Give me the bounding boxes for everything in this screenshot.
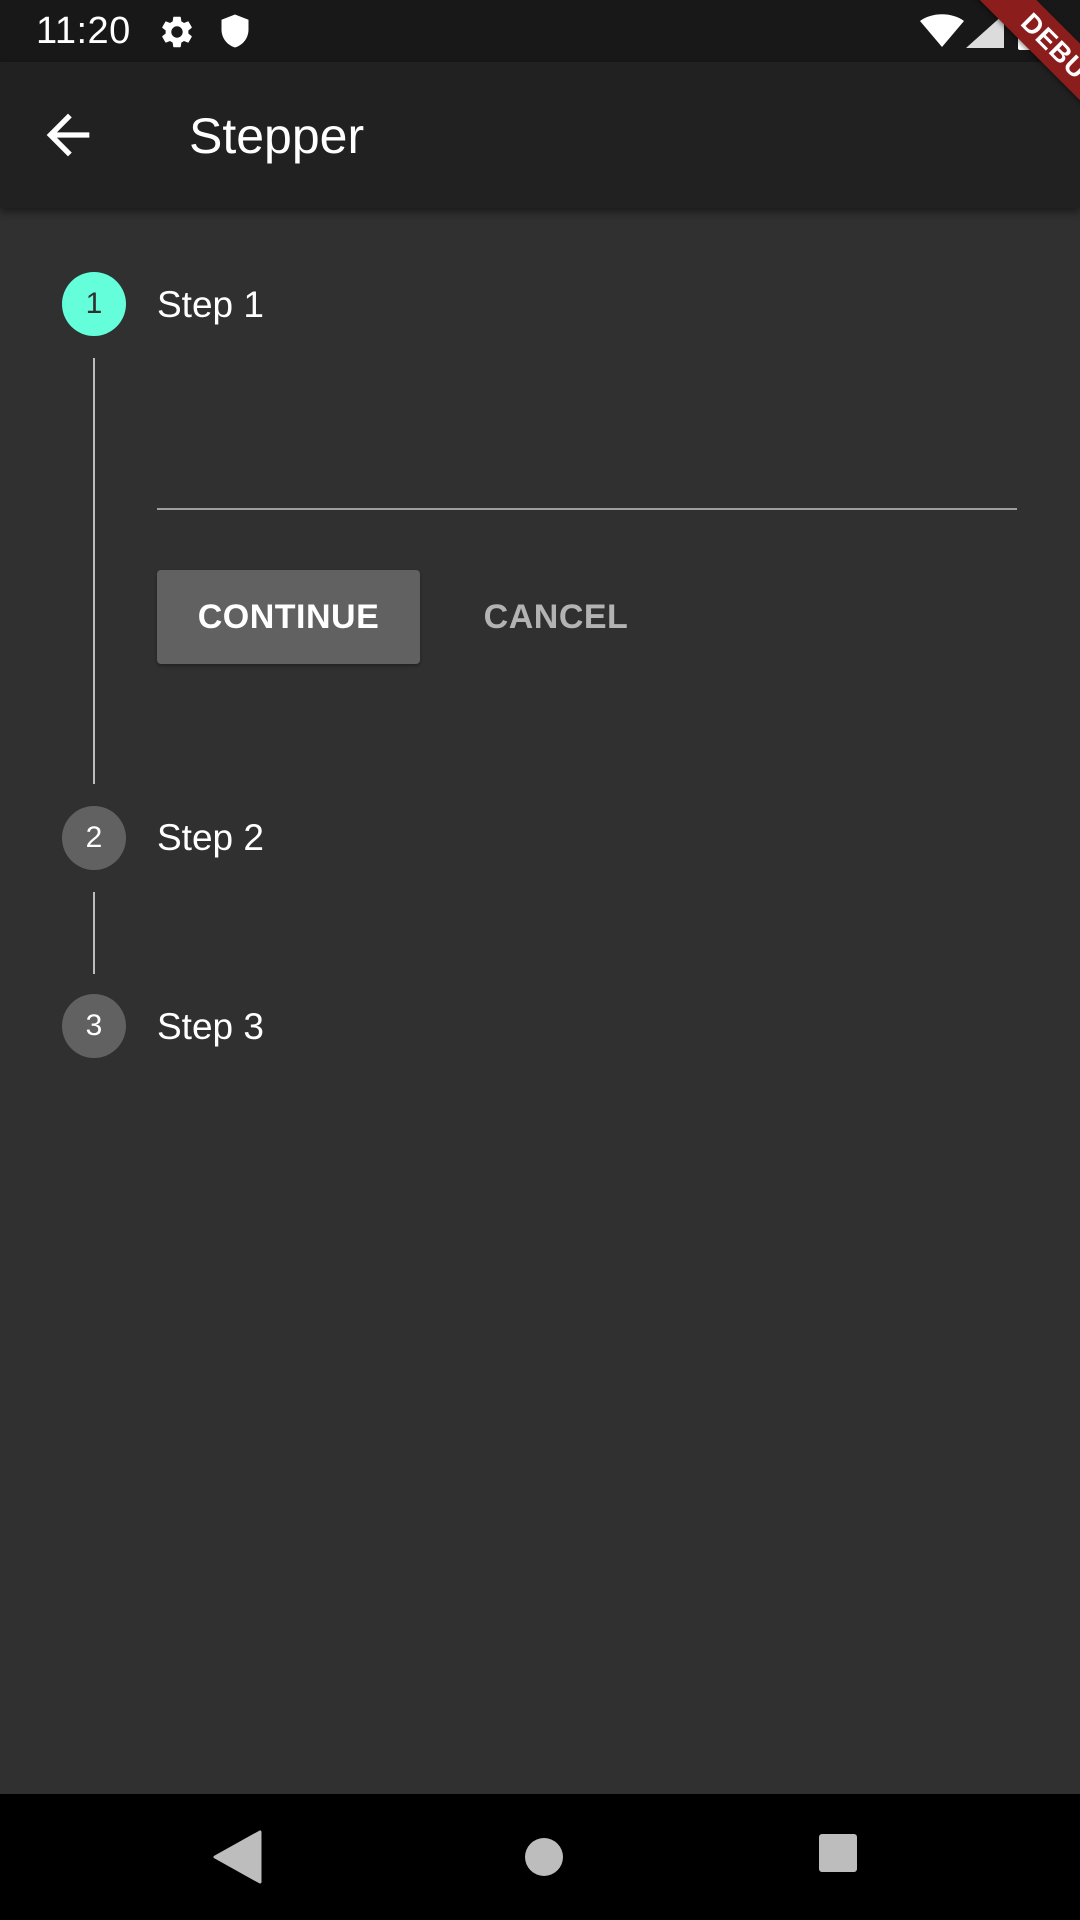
- nav-back-icon[interactable]: [212, 1830, 262, 1884]
- status-bar: 11:20: [0, 0, 1080, 62]
- app-bar: Stepper: [0, 62, 1080, 208]
- wifi-icon: [920, 14, 964, 47]
- step-2-number: 2: [85, 821, 103, 854]
- step-connector-line: [93, 358, 95, 784]
- status-time: 11:20: [36, 10, 131, 52]
- continue-button[interactable]: CONTINUE: [157, 570, 420, 664]
- step-1-number: 1: [85, 287, 103, 320]
- cancel-button[interactable]: CANCEL: [466, 570, 646, 664]
- nav-recents-icon[interactable]: [816, 1831, 860, 1875]
- step-2-indicator[interactable]: 2: [62, 806, 126, 870]
- step-3-indicator[interactable]: 3: [62, 994, 126, 1058]
- step-connector-line: [93, 892, 95, 974]
- arrow-back-icon[interactable]: [36, 103, 100, 167]
- step-1-indicator[interactable]: 1: [62, 272, 126, 336]
- step-1-title[interactable]: Step 1: [157, 283, 264, 327]
- step-3-number: 3: [85, 1009, 103, 1042]
- shield-icon: [221, 14, 249, 48]
- gear-icon: [162, 16, 192, 48]
- page-title: Stepper: [189, 108, 365, 164]
- step-3-title[interactable]: Step 3: [157, 1005, 264, 1049]
- nav-home-icon[interactable]: [518, 1831, 570, 1883]
- navigation-bar: [0, 1794, 1080, 1920]
- step-1-text-field[interactable]: [157, 420, 1017, 510]
- step-2-title[interactable]: Step 2: [157, 816, 264, 860]
